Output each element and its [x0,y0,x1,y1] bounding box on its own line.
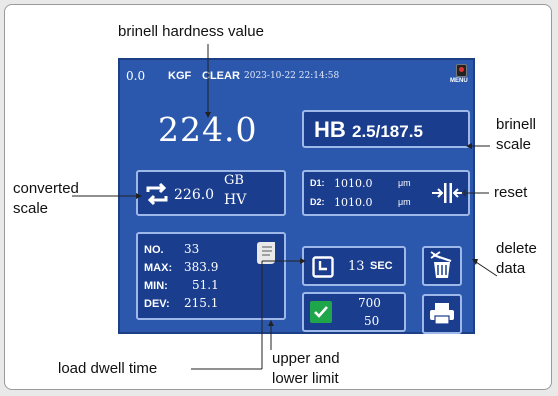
annotation-hardness-value: brinell hardness value [118,23,264,40]
delete-data-button[interactable] [422,246,462,286]
stats-panel: NO. 33 MAX: 383.9 MIN: 51.1 DEV: 215.1 [136,232,286,320]
no-value: 33 [184,242,200,256]
annotation-load-dwell-time: load dwell time [58,360,158,377]
tester-screen: 0.0 KGF CLEAR 2023-10-22 22:14:58 MENU 2… [118,58,475,334]
menu-label: MENU [450,78,468,84]
menu-icon [456,64,467,77]
annotation-limits-line1: upper and [272,350,340,367]
annotation-converted-scale-line1: converted [13,180,79,197]
no-label: NO. [144,244,164,256]
converted-value: 226.0 [174,187,215,203]
dwell-time-panel[interactable]: 13 SEC [302,246,406,286]
scale-value: 2.5/187.5 [352,122,423,141]
converted-scale-bottom: HV [224,192,247,208]
print-button[interactable] [422,294,462,334]
upper-limit: 700 [358,296,381,310]
annotation-converted-scale-line2: scale [13,200,49,217]
records-button[interactable] [256,240,278,266]
d2-value: 1010.0 [334,196,373,209]
annotation-brinell-scale-line1: brinell [496,116,537,133]
d2-unit: μm [398,197,411,207]
max-label: MAX: [144,262,173,274]
dev-value: 215.1 [184,296,219,310]
annotation-delete-data-line1: delete [496,240,537,257]
reset-icon [432,183,464,203]
reset-button[interactable] [430,180,466,206]
check-icon [310,301,332,323]
annotation-limits-line2: lower limit [272,370,339,387]
min-label: MIN: [144,280,168,292]
printer-icon [430,303,454,325]
d2-label: D2: [310,197,325,207]
trash-icon [430,251,452,278]
lower-limit: 50 [364,314,380,328]
status-bar: 0.0 KGF CLEAR 2023-10-22 22:14:58 MENU [126,64,468,86]
converted-scale-top: GB [224,173,244,188]
dev-label: DEV: [144,298,170,310]
datetime: 2023-10-22 22:14:58 [244,71,340,81]
min-value: 51.1 [192,278,219,292]
load-readout: 0.0 [126,69,146,83]
d1-unit: μm [398,178,411,188]
clock-icon [312,256,334,278]
scale-panel[interactable]: HB 2.5/187.5 [302,110,470,148]
annotation-brinell-scale-line2: scale [496,136,532,153]
dwell-unit: SEC [370,260,393,272]
scale-prefix: HB [314,117,346,142]
annotation-delete-data-line2: data [496,260,526,277]
dwell-value: 13 [348,259,365,274]
d1-label: D1: [310,178,325,188]
menu-button[interactable]: MENU [450,64,474,88]
load-unit: KGF [168,70,192,82]
document-icon [257,242,275,264]
converted-panel[interactable]: 226.0 GB HV [136,170,286,216]
clear-button[interactable]: CLEAR [202,70,240,82]
max-value: 383.9 [184,260,219,274]
diameter-panel: D1: 1010.0 μm D2: 1010.0 μm [302,170,470,216]
hardness-value: 224.0 [158,110,258,149]
d1-value: 1010.0 [334,177,373,190]
convert-icon [146,183,168,205]
annotation-reset: reset [494,184,528,201]
limits-panel[interactable]: 700 50 [302,292,406,332]
